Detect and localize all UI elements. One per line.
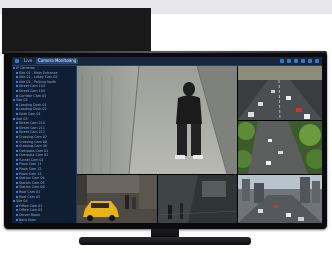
camera-icon: [16, 71, 18, 74]
sidebar-tree-item-label: Street Cam 104: [19, 84, 45, 89]
camera-feed-city-traffic[interactable]: [238, 175, 322, 223]
camera-icon: [16, 131, 18, 134]
camera-icon: [16, 85, 18, 88]
camera-icon: [16, 108, 18, 111]
camera-feed-highway[interactable]: [238, 66, 322, 120]
camera-icon: [16, 122, 18, 125]
sidebar-tree-item-label: Site 03: [16, 116, 28, 121]
sidebar-tree-item-label: Gate Cam 01: [19, 111, 41, 116]
sidebar-tree-item-label: Station Cam 04: [19, 176, 45, 181]
tab-live[interactable]: Live: [22, 58, 34, 64]
sidebar-tree-item-label: Site 01 - Parking North: [19, 79, 57, 84]
sidebar-tree-item-label: Street Cam 212: [19, 130, 45, 135]
camera-icon: [16, 209, 18, 212]
sidebar-tree-item-label: Station Cam 06: [19, 185, 45, 190]
camera-icon: [16, 154, 18, 157]
sidebar-tree-item-label: Office Cam 02: [19, 208, 43, 213]
sidebar-tree-item-label: Site 01 - Main Entrance: [19, 70, 58, 75]
camera-icon: [16, 80, 18, 83]
sidebar-tree-item-label: Street Cam 105: [19, 88, 45, 93]
video-grid: [77, 66, 322, 223]
monitor-screen: Live Camera Monitoring x IP Cameras Site …: [12, 57, 322, 223]
camera-tree-sidebar: IP Cameras Site 01 - Main Entrance Site 01…: [12, 66, 77, 223]
sidebar-tree-item-label: Street Cam 211: [19, 125, 45, 130]
tv-stand-base: [79, 237, 251, 245]
sidebar-tree-item-label: Storage: [19, 222, 32, 223]
camera-icon: [16, 126, 18, 129]
sidebar-tree-item[interactable]: Storage: [12, 222, 76, 223]
sidebar-tree-item-label: Site 01 - Lobby Cam 02: [19, 75, 58, 80]
camera-icon: [16, 186, 18, 189]
camera-icon: [13, 117, 15, 120]
fullscreen-icon[interactable]: [301, 59, 305, 63]
app-toolbar: Live Camera Monitoring x: [12, 57, 322, 66]
sidebar-tree-item-label: Crossing Cam 09: [19, 144, 47, 149]
camera-feed-indoor[interactable]: [158, 175, 237, 223]
camera-icon: [13, 67, 15, 69]
camera-icon: [16, 140, 18, 143]
sidebar-tree-item-label: Roof Cam 01: [19, 190, 41, 195]
sidebar-tree-item-label: IP Cameras: [16, 66, 35, 70]
camera-icon: [16, 168, 18, 171]
sidebar-tree-item-label: Roof Cam 02: [19, 194, 41, 199]
sidebar-tree-item-label: Street Cam 210: [19, 121, 45, 126]
sidebar-tree-item-label: Plaza Cam 12: [19, 167, 42, 172]
settings-icon[interactable]: [294, 59, 298, 63]
camera-icon: [16, 214, 18, 216]
camera-icon: [16, 103, 18, 106]
app-logo-icon: [15, 59, 19, 63]
sidebar-tree-item-label: Server Room: [19, 213, 41, 217]
layout-icon[interactable]: [280, 59, 284, 63]
camera-icon: [16, 89, 18, 92]
tab-close-button[interactable]: x: [67, 58, 73, 64]
camera-icon: [13, 99, 15, 102]
camera-icon: [16, 163, 18, 166]
camera-icon: [16, 218, 18, 221]
camera-icon: [16, 135, 18, 138]
sidebar-tree-item-label: Corridor Cam 03: [19, 93, 47, 98]
sidebar-tree-item-label: Tunnel Cam 01: [19, 157, 44, 162]
menu-icon[interactable]: [315, 59, 319, 63]
user-icon[interactable]: [308, 59, 312, 63]
caption-overlay-block: [2, 8, 151, 54]
sidebar-tree-item-label: Office Cam 01: [19, 203, 43, 208]
sidebar-tree-item-label: Plaza Cam 11: [19, 162, 42, 167]
camera-icon: [16, 177, 18, 180]
sidebar-tree-item-label: Crossing Cam 07: [19, 134, 47, 139]
sidebar-tree-item-label: Site 04: [16, 199, 28, 204]
sidebar-tree-item-label: Overpass Cam 02: [19, 153, 49, 158]
camera-icon: [16, 145, 18, 148]
camera-icon: [16, 158, 18, 161]
grid-icon[interactable]: [287, 59, 291, 63]
camera-icon: [16, 191, 18, 194]
camera-icon: [16, 76, 18, 79]
camera-feed-taxi-street[interactable]: [77, 175, 157, 223]
camera-icon: [16, 181, 18, 184]
camera-icon: [13, 200, 15, 203]
camera-icon: [16, 195, 18, 198]
tv-bezel-highlight: [4, 51, 327, 53]
camera-icon: [16, 112, 18, 115]
sidebar-tree-item-label: Plaza Cam 13: [19, 171, 42, 176]
camera-icon: [16, 204, 18, 207]
sidebar-tree-item-label: Crossing Cam 08: [19, 139, 47, 144]
sidebar-tree-item-label: Loading Dock 02: [19, 107, 47, 112]
camera-feed-main[interactable]: [77, 66, 237, 174]
sidebar-tree-item-label: Back Door: [19, 217, 36, 222]
sidebar-tree-item-label: Site 02: [16, 98, 28, 103]
camera-feed-park-road[interactable]: [238, 121, 322, 174]
sidebar-tree-item-label: Station Cam 05: [19, 180, 45, 185]
sidebar-tree-item-label: Loading Dock 01: [19, 102, 47, 107]
camera-icon: [16, 94, 18, 97]
camera-icon: [16, 149, 18, 152]
camera-icon: [16, 172, 18, 175]
sidebar-tree-item-label: Overpass Cam 01: [19, 148, 49, 153]
